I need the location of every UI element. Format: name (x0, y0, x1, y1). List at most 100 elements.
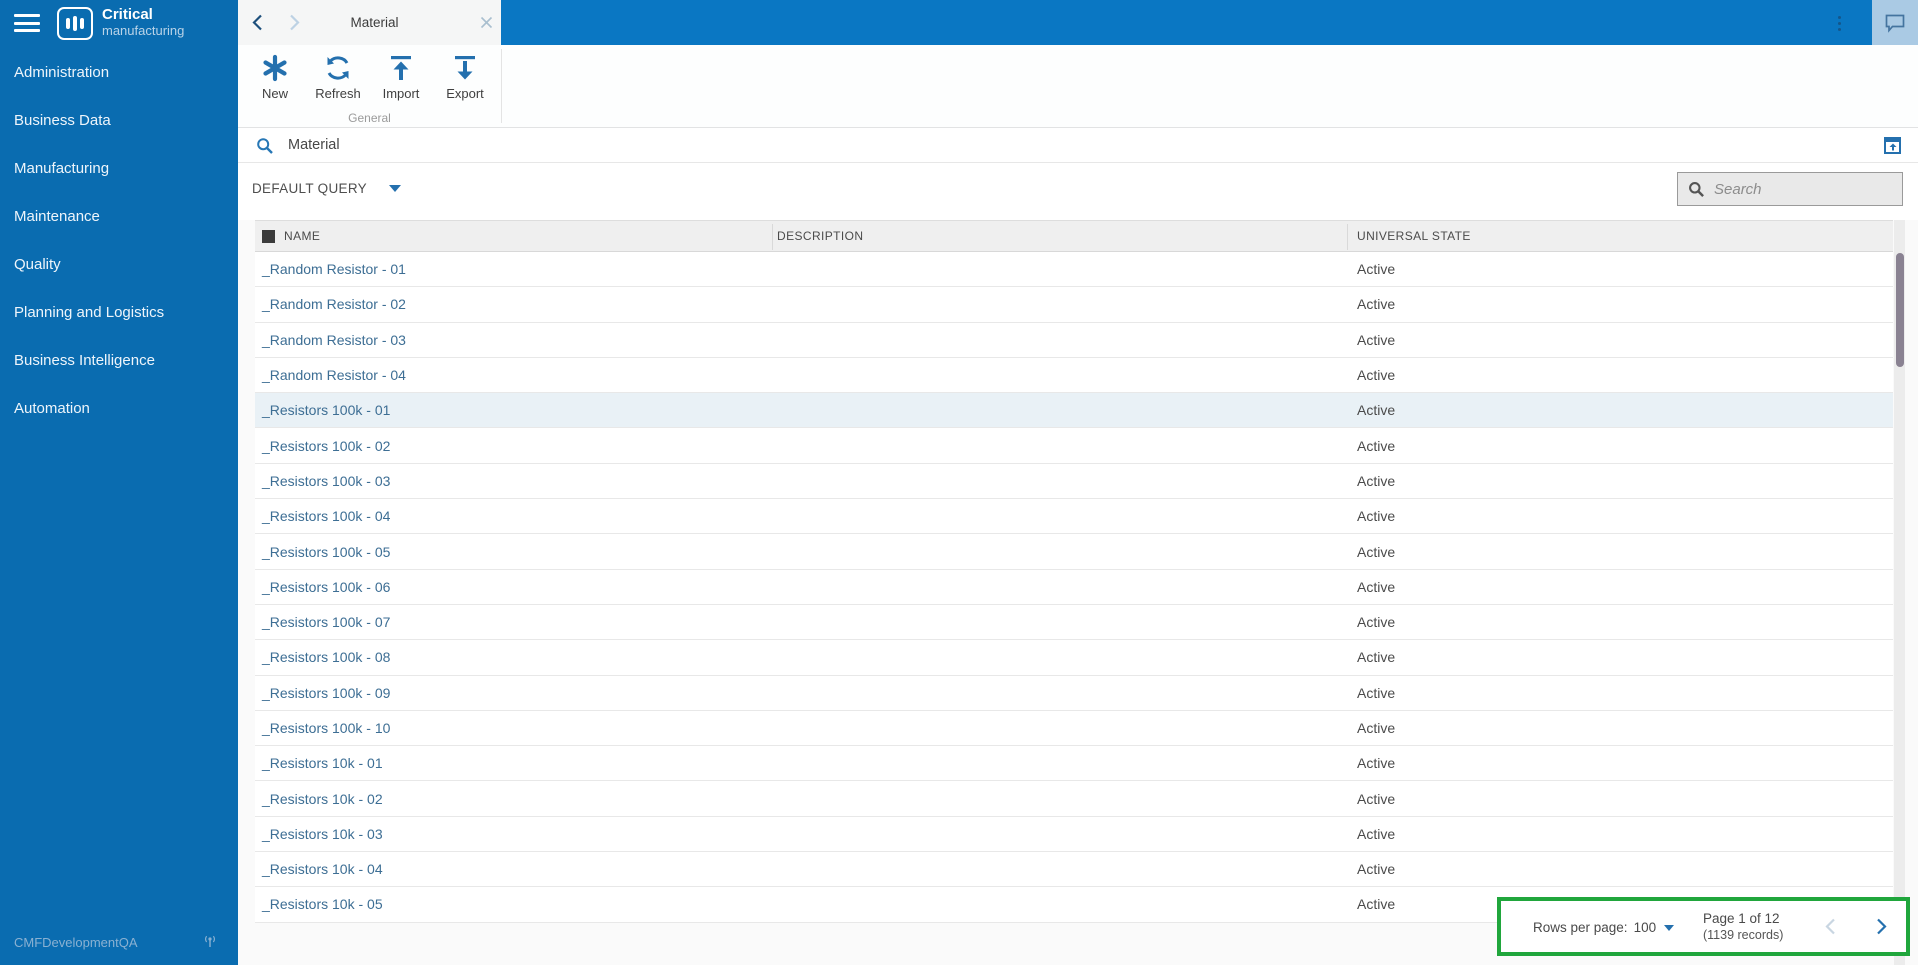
export-button[interactable]: Export (436, 52, 494, 114)
sidebar-item-quality[interactable]: Quality (0, 240, 238, 288)
table-row[interactable]: _Resistors 100k - 09 Active (255, 675, 1893, 711)
table-header-row: NAME DESCRIPTION UNIVERSAL STATE (255, 220, 1893, 252)
row-name-link[interactable]: _Resistors 100k - 10 (262, 711, 390, 745)
row-universal-state: Active (1357, 861, 1396, 878)
ribbon-group-label: General (348, 111, 391, 125)
sidebar-item-label: Planning and Logistics (14, 303, 165, 321)
table-row[interactable]: _Random Resistor - 04 Active (255, 357, 1893, 394)
collapse-panel-icon[interactable] (1884, 137, 1901, 154)
import-button[interactable]: Import (372, 52, 430, 114)
rows-per-page-value: 100 (1633, 920, 1657, 935)
export-button-label: Export (446, 86, 484, 101)
row-name-link[interactable]: _Resistors 100k - 02 (262, 428, 390, 462)
table-row[interactable]: _Resistors 100k - 10 Active (255, 710, 1893, 747)
sidebar-item-label: Administration (14, 63, 110, 81)
sidebar-item-label: Business Intelligence (14, 351, 155, 369)
sidebar-item-label: Quality (14, 255, 61, 273)
tab-strip: Material (238, 0, 501, 45)
sidebar-item-automation[interactable]: Automation (0, 384, 238, 432)
sidebar-item-manufacturing[interactable]: Manufacturing (0, 144, 238, 192)
scrollbar-thumb[interactable] (1895, 253, 1904, 367)
row-universal-state: Active (1357, 614, 1396, 631)
table-row[interactable]: _Resistors 100k - 04 Active (255, 499, 1893, 535)
tab-back-icon[interactable] (250, 13, 266, 32)
row-universal-state: Active (1357, 578, 1396, 595)
row-name-link[interactable]: _Resistors 10k - 01 (262, 746, 383, 780)
previous-page-icon[interactable] (1823, 917, 1839, 936)
row-name-link[interactable]: _Resistors 10k - 03 (262, 817, 383, 851)
table-row[interactable]: _Random Resistor - 01 Active (255, 252, 1893, 288)
sidebar-item-planning-and-logistics[interactable]: Planning and Logistics (0, 288, 238, 336)
main-area: Material New Refresh Import Export Gener… (238, 0, 1918, 965)
table-row[interactable]: _Resistors 100k - 06 Active (255, 569, 1893, 605)
query-selector-label: DEFAULT QUERY (252, 181, 367, 196)
search-input[interactable] (1714, 180, 1884, 198)
row-name-link[interactable]: _Resistors 10k - 04 (262, 852, 383, 886)
table-row[interactable]: _Resistors 100k - 08 Active (255, 640, 1893, 676)
next-page-icon[interactable] (1873, 917, 1889, 936)
table-row[interactable]: _Resistors 100k - 01 Active (255, 393, 1893, 429)
entity-header: Material (238, 128, 1918, 163)
row-name-link[interactable]: _Resistors 100k - 06 (262, 570, 390, 604)
row-name-link[interactable]: _Resistors 10k - 05 (262, 887, 383, 921)
refresh-button[interactable]: Refresh (309, 52, 367, 114)
sidebar-item-business-intelligence[interactable]: Business Intelligence (0, 336, 238, 384)
page-title: Material (288, 137, 340, 153)
table-row[interactable]: _Random Resistor - 03 Active (255, 322, 1893, 358)
table-row[interactable]: _Resistors 100k - 03 Active (255, 463, 1893, 500)
tab-forward-icon[interactable] (286, 13, 302, 32)
app-root: Critical manufacturing Administration Bus… (0, 0, 1918, 965)
table-row[interactable]: _Resistors 10k - 04 Active (255, 852, 1893, 888)
row-name-link[interactable]: _Resistors 100k - 07 (262, 605, 390, 639)
tab-label: Material (350, 15, 399, 30)
page-label: Page 1 of 12 (1703, 911, 1780, 926)
column-header-universal-state[interactable]: UNIVERSAL STATE (1357, 221, 1471, 251)
refresh-icon (324, 52, 352, 84)
row-name-link[interactable]: _Resistors 100k - 09 (262, 676, 390, 710)
table-row[interactable]: _Resistors 100k - 02 Active (255, 428, 1893, 464)
table-row[interactable]: _Resistors 100k - 07 Active (255, 604, 1893, 641)
table-search-box[interactable] (1677, 172, 1903, 206)
sidebar-item-label: Business Data (14, 111, 111, 129)
row-name-link[interactable]: _Random Resistor - 03 (262, 323, 406, 357)
ribbon-group-divider (501, 49, 502, 123)
vertical-scrollbar[interactable] (1894, 220, 1905, 965)
more-options-icon[interactable] (1832, 11, 1846, 35)
entity-search-icon (257, 138, 273, 154)
row-name-link[interactable]: _Resistors 100k - 04 (262, 499, 390, 533)
rows-per-page-label: Rows per page: (1533, 920, 1628, 935)
new-button[interactable]: New (246, 52, 304, 114)
hamburger-menu-icon[interactable] (14, 14, 40, 32)
tab-material[interactable]: Material (308, 0, 501, 45)
row-universal-state: Active (1357, 508, 1396, 525)
brand-subname: manufacturing (102, 22, 185, 38)
import-icon (388, 52, 414, 84)
row-name-link[interactable]: _Random Resistor - 02 (262, 287, 406, 321)
table-row[interactable]: _Resistors 10k - 03 Active (255, 816, 1893, 853)
column-header-description[interactable]: DESCRIPTION (777, 221, 863, 251)
chat-panel-button[interactable] (1872, 0, 1918, 45)
sidebar-item-maintenance[interactable]: Maintenance (0, 192, 238, 240)
rows-per-page-selector[interactable]: Rows per page: 100 (1533, 920, 1675, 935)
row-name-link[interactable]: _Random Resistor - 04 (262, 358, 406, 392)
row-name-link[interactable]: _Resistors 100k - 08 (262, 640, 390, 674)
material-table: NAME DESCRIPTION UNIVERSAL STATE _Random… (255, 220, 1893, 923)
column-options-icon[interactable] (262, 229, 275, 243)
row-name-link[interactable]: _Resistors 10k - 02 (262, 781, 383, 815)
connection-status-icon (205, 935, 215, 947)
table-row[interactable]: _Random Resistor - 02 Active (255, 287, 1893, 323)
column-divider (772, 224, 773, 250)
sidebar-item-business-data[interactable]: Business Data (0, 96, 238, 144)
table-row[interactable]: _Resistors 10k - 01 Active (255, 746, 1893, 782)
tab-close-icon[interactable] (480, 16, 493, 29)
column-header-name[interactable]: NAME (262, 221, 320, 251)
table-row[interactable]: _Resistors 10k - 02 Active (255, 781, 1893, 817)
sidebar-item-administration[interactable]: Administration (0, 48, 238, 96)
query-selector[interactable]: DEFAULT QUERY (252, 181, 401, 196)
table-row[interactable]: _Resistors 100k - 05 Active (255, 534, 1893, 570)
new-button-label: New (261, 86, 288, 101)
row-name-link[interactable]: _Resistors 100k - 01 (262, 393, 390, 427)
row-name-link[interactable]: _Resistors 100k - 05 (262, 534, 390, 568)
row-name-link[interactable]: _Random Resistor - 01 (262, 252, 406, 286)
row-name-link[interactable]: _Resistors 100k - 03 (262, 464, 390, 498)
